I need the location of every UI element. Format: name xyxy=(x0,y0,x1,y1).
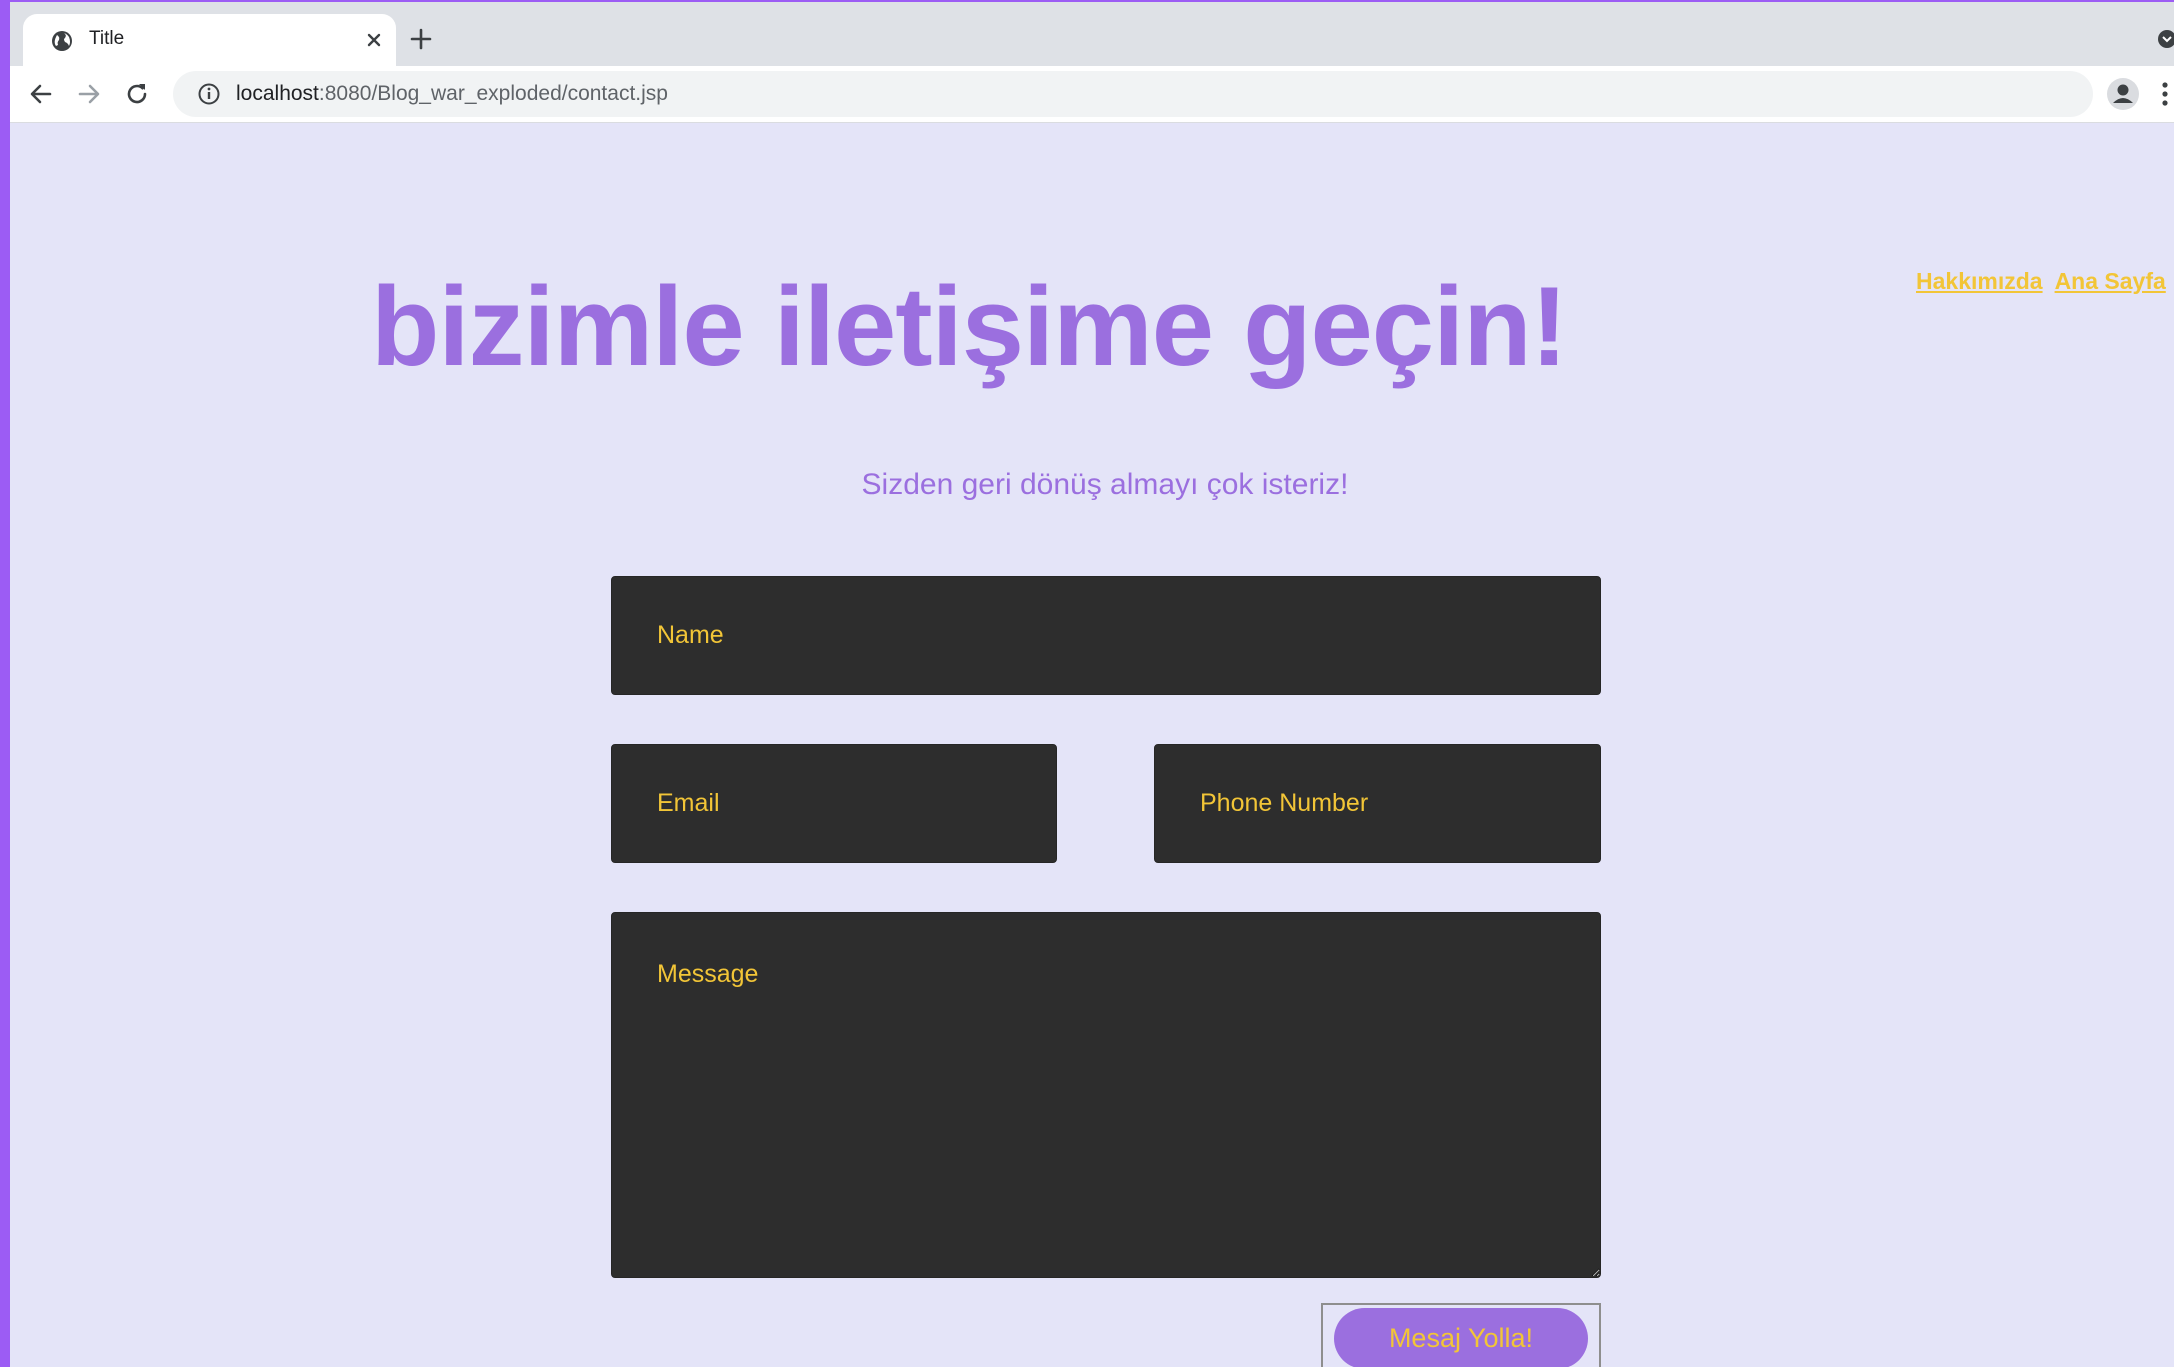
page-title: bizimle iletişime geçin! xyxy=(371,264,1568,389)
page-content: Hakkımızda Ana Sayfa bizimle iletişime ge… xyxy=(10,122,2174,1367)
message-textarea[interactable] xyxy=(611,912,1601,1278)
profile-icon[interactable] xyxy=(2106,77,2140,111)
url-text[interactable]: localhost:8080/Blog_war_exploded/contact… xyxy=(236,82,668,106)
top-nav: Hakkımızda Ana Sayfa xyxy=(1916,268,2174,295)
info-icon[interactable] xyxy=(197,82,221,106)
forward-arrow-icon[interactable] xyxy=(74,79,104,109)
email-input[interactable] xyxy=(611,744,1057,863)
reload-icon[interactable] xyxy=(122,79,152,109)
page-subtitle: Sizden geri dönüş almayı çok isteriz! xyxy=(861,468,1349,501)
name-input[interactable] xyxy=(611,576,1601,695)
nav-link-home[interactable]: Ana Sayfa xyxy=(2055,268,2166,294)
plus-icon[interactable] xyxy=(408,26,434,52)
globe-icon xyxy=(52,31,72,51)
kebab-menu-icon[interactable] xyxy=(2158,79,2172,109)
url-host: localhost xyxy=(236,82,319,105)
send-message-button[interactable]: Mesaj Yolla! xyxy=(1334,1308,1588,1367)
nav-link-about[interactable]: Hakkımızda xyxy=(1916,268,2043,294)
close-icon[interactable] xyxy=(363,29,385,51)
submit-button-frame: Mesaj Yolla! xyxy=(1321,1303,1601,1367)
browser-window: Title localhost:8080/Blog_war_exploded/c… xyxy=(10,2,2174,1367)
address-bar[interactable]: localhost:8080/Blog_war_exploded/contact… xyxy=(173,71,2093,117)
url-path: :8080/Blog_war_exploded/contact.jsp xyxy=(318,82,668,105)
back-arrow-icon[interactable] xyxy=(26,79,56,109)
phone-input[interactable] xyxy=(1154,744,1601,863)
browser-toolbar: localhost:8080/Blog_war_exploded/contact… xyxy=(10,66,2174,123)
tab-search-icon[interactable] xyxy=(2158,30,2174,48)
tab-title: Title xyxy=(89,28,125,49)
browser-tab[interactable]: Title xyxy=(23,14,396,66)
tab-strip: Title xyxy=(10,2,2174,66)
